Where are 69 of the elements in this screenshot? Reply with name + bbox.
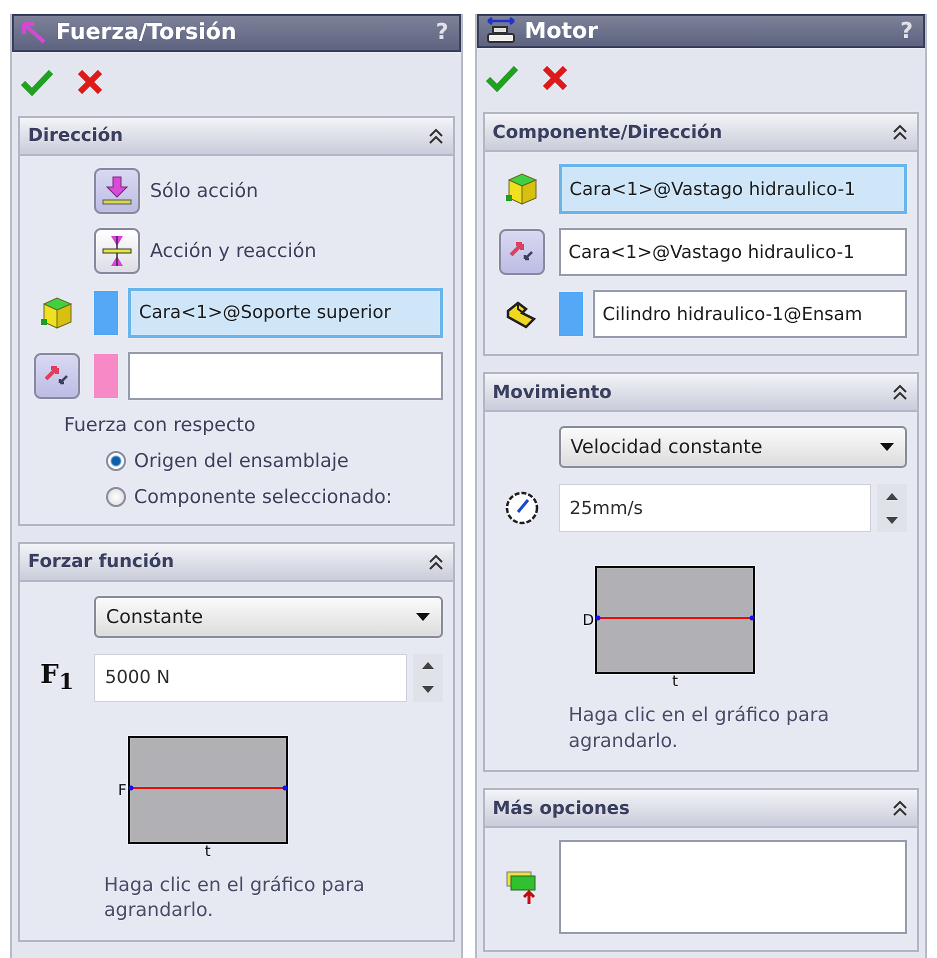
- dropdown[interactable]: Velocidad constante: [558, 426, 907, 468]
- selection-field[interactable]: [128, 352, 442, 400]
- section-title: Más opciones: [492, 798, 631, 819]
- section-title: Componente/Dirección: [492, 122, 724, 142]
- section-title: Dirección: [28, 125, 124, 146]
- selection-field[interactable]: Cilindro hidraulico-1@Ensam: [592, 290, 907, 338]
- selection-field[interactable]: Cara<1>@Vastago hidraulico-1: [558, 164, 907, 214]
- option-button[interactable]: [94, 168, 140, 214]
- direction-button[interactable]: [498, 229, 544, 275]
- selection-field[interactable]: Cara<1>@Vastago hidraulico-1: [558, 228, 907, 276]
- spin-up-button[interactable]: [412, 654, 442, 678]
- arrow-icon: [20, 20, 48, 46]
- radio-button[interactable]: [106, 486, 126, 507]
- collapse-icon: [426, 552, 444, 571]
- section-header[interactable]: Más opciones: [484, 790, 917, 828]
- section-header[interactable]: Componente/Dirección: [484, 114, 917, 152]
- value-field[interactable]: 25mm/s: [558, 484, 871, 532]
- caret-down-icon: [886, 516, 898, 524]
- arrows-icon: [100, 234, 134, 268]
- collapse-icon: [426, 126, 444, 145]
- radio-label: Componente seleccionado:: [134, 486, 392, 508]
- direction-button[interactable]: [34, 352, 80, 399]
- axis-label: F: [118, 780, 127, 799]
- caret-up-icon: [422, 662, 434, 670]
- radio-button[interactable]: [106, 450, 126, 471]
- motor-icon: [484, 16, 516, 46]
- force-symbol: F$_{1}$: [40, 660, 74, 696]
- caret-down-icon: [422, 686, 434, 694]
- spin-down-button[interactable]: [877, 508, 907, 532]
- axis-label: t: [204, 844, 211, 859]
- check-icon: [20, 68, 54, 96]
- cancel-button[interactable]: [76, 68, 104, 96]
- option-button[interactable]: [94, 228, 140, 274]
- spin-down-button[interactable]: [412, 678, 442, 702]
- function-graph[interactable]: [128, 736, 288, 844]
- section-title: Movimiento: [492, 382, 613, 402]
- collapse-icon: [891, 799, 909, 818]
- section-header[interactable]: Movimiento: [484, 374, 917, 412]
- hint-text: Haga clic en el gráfico para agrandarlo.: [568, 703, 830, 754]
- value-field[interactable]: 5000 N: [94, 654, 406, 702]
- axis-label: t: [672, 674, 678, 689]
- axis-label: D: [582, 611, 594, 629]
- radio-label: Origen del ensamblaje: [134, 450, 349, 472]
- ok-button[interactable]: [20, 68, 54, 96]
- section-title: Forzar función: [28, 551, 176, 572]
- option-label: Acción y reacción: [150, 240, 316, 262]
- section-header[interactable]: Dirección: [20, 118, 452, 156]
- collapse-icon: [891, 383, 909, 401]
- function-graph[interactable]: [595, 566, 756, 674]
- caret-up-icon: [886, 492, 898, 500]
- hint-text: Haga clic en el gráfico para agrandarlo.: [104, 872, 366, 924]
- spin-up-button[interactable]: [877, 484, 907, 508]
- ok-button[interactable]: [484, 64, 518, 92]
- collapse-icon: [891, 123, 909, 141]
- dropdown[interactable]: Constante: [94, 596, 442, 638]
- caret-down-icon: [414, 612, 430, 622]
- cancel-button[interactable]: [540, 64, 568, 92]
- panel-title: Fuerza/Torsión: [56, 20, 238, 46]
- group-label: Fuerza con respecto: [64, 414, 256, 436]
- check-icon: [484, 64, 518, 92]
- option-label: Sólo acción: [150, 180, 258, 202]
- gauge-icon: [504, 490, 540, 526]
- section-header[interactable]: Forzar función: [20, 544, 452, 582]
- panel-title: Motor: [524, 18, 599, 44]
- selection-field[interactable]: Cara<1>@Soporte superior: [128, 288, 442, 338]
- close-icon: [76, 68, 104, 96]
- list-box[interactable]: [558, 840, 907, 934]
- caret-down-icon: [879, 442, 895, 452]
- close-icon: [540, 64, 568, 92]
